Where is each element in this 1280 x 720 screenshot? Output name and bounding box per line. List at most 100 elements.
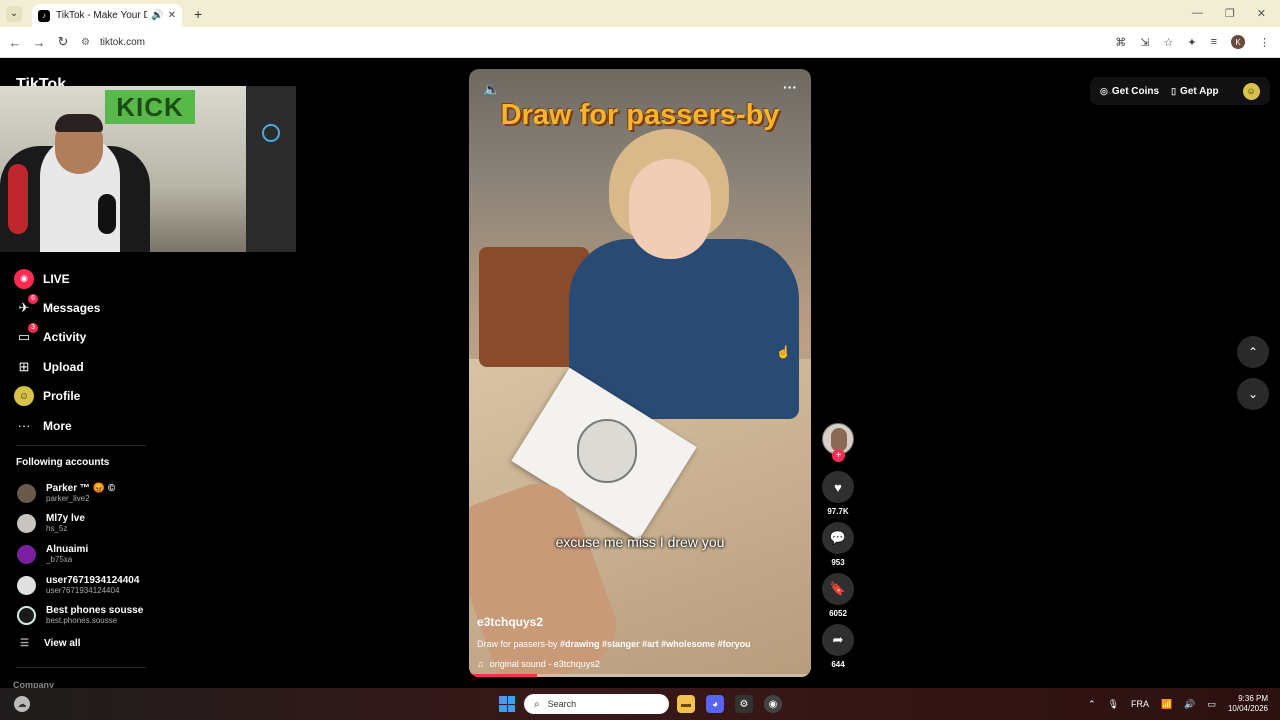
top-right-actions: ◎ Get Coins ▯ Get App ☺ [1090, 77, 1270, 105]
file-explorer-icon[interactable]: ▬ [677, 695, 695, 713]
tab-search-icon[interactable]: ⌄ [6, 5, 22, 22]
microphone-icon[interactable]: 🎙 [1108, 699, 1119, 710]
volume-tray-icon[interactable]: 🔊 [1184, 699, 1195, 710]
account-handle: _b75xa [46, 554, 73, 564]
webcam-overlay: KICK [0, 86, 296, 252]
wifi-icon[interactable]: 📶 [1161, 699, 1172, 710]
chevron-up-icon: ⌃ [1247, 345, 1259, 359]
window-close-icon[interactable]: ✕ [1257, 7, 1266, 20]
site-info-icon[interactable]: ⚙ [81, 37, 90, 48]
translate-icon[interactable]: ⌘ [1115, 36, 1126, 49]
browser-menu-icon[interactable]: ⋮ [1259, 36, 1270, 49]
account-handle: parker_live2 [46, 493, 90, 503]
user-avatar[interactable]: ☺ [1242, 82, 1260, 100]
previous-video-button[interactable]: ⌃ [1237, 336, 1269, 368]
taskbar-search-placeholder: Search [547, 699, 577, 709]
sidebar-item-live[interactable]: ◉ LIVE [14, 264, 100, 293]
comment-icon[interactable]: 💬 [822, 522, 854, 554]
maximize-icon[interactable]: ❐ [1225, 7, 1235, 20]
like-action[interactable]: ♥ 97.7K [822, 471, 854, 516]
sidebar-item-label: LIVE [43, 271, 70, 286]
volume-icon[interactable]: 🔈 [483, 81, 500, 98]
comment-action[interactable]: 💬 953 [822, 522, 854, 567]
get-app-button[interactable]: ▯ Get App [1171, 86, 1218, 97]
tab-audio-icon[interactable]: 🔊 [151, 10, 163, 21]
install-icon[interactable]: ⇲ [1140, 36, 1149, 49]
more-icon: ··· [17, 418, 31, 434]
sidebar-item-activity[interactable]: ▭ 3 Activity [14, 323, 100, 352]
share-action[interactable]: ➦ 644 [822, 624, 854, 669]
next-video-button[interactable]: ⌄ [1237, 378, 1269, 410]
sidebar-item-label: Upload [43, 359, 84, 374]
clock-date: 10/04/2026 [1227, 704, 1268, 713]
video-description-text: Draw for passers-by [477, 639, 558, 649]
chrome-icon[interactable]: ◉ [764, 695, 782, 713]
comment-count: 953 [831, 558, 845, 567]
account-name: Parker ™ 😡 © [46, 482, 116, 494]
coin-icon: ◎ [1100, 85, 1108, 96]
microphone [98, 194, 116, 234]
sidebar-nav: ◉ LIVE ✈ 6 Messages ▭ 3 Activity ⊞ Upload … [14, 264, 100, 440]
avatar [17, 606, 36, 626]
list-item[interactable]: Ml7y lve hs_5z [17, 509, 143, 540]
share-icon[interactable]: ➦ [822, 624, 854, 656]
heart-icon[interactable]: ♥ [822, 471, 854, 503]
sidebar-item-profile[interactable]: ☺ Profile [14, 382, 100, 411]
save-count: 6052 [829, 609, 847, 618]
save-action[interactable]: 🔖 6052 [822, 573, 854, 618]
avatar [17, 544, 36, 564]
video-player[interactable]: 🔈 ··· Draw for passers-by excuse me miss… [469, 69, 811, 677]
avatar [17, 575, 36, 595]
url-field[interactable]: ⚙ tiktok.com [81, 37, 145, 48]
video-info: e3tchquys2 Draw for passers-by #drawing … [477, 615, 797, 669]
tray-chevron-up-icon[interactable]: ⌃ [1088, 699, 1096, 710]
account-handle: best.phones.sousse [46, 616, 118, 626]
reload-icon[interactable]: ↻ [51, 34, 75, 50]
follow-plus-icon[interactable]: + [832, 449, 845, 462]
get-coins-label: Get Coins [1111, 85, 1160, 97]
discord-icon[interactable]: ◕ [706, 695, 724, 713]
taskbar-search[interactable]: ⌕ Search [524, 694, 669, 714]
new-tab-icon[interactable]: + [194, 6, 202, 22]
back-icon[interactable]: ← [3, 35, 27, 50]
battery-icon[interactable]: ▭ [1207, 699, 1216, 710]
sidebar-item-upload[interactable]: ⊞ Upload [14, 352, 100, 381]
video-author[interactable]: e3tchquys2 [477, 615, 797, 629]
view-all-link[interactable]: ☰ View all [20, 638, 80, 649]
account-name: Best phones sousse [46, 605, 144, 617]
list-item[interactable]: Alnuaimi _b75xa [17, 539, 143, 570]
language-indicator[interactable]: FRA [1131, 699, 1149, 709]
video-hashtags[interactable]: #drawing #stanger #art #wholesome #foryo… [560, 639, 751, 649]
messages-icon: ✈ 6 [14, 294, 38, 318]
weather-icon[interactable]: ☁ [14, 696, 30, 712]
system-tray: ⌃ 🎙 FRA 📶 🔊 ▭ 9:36 PM 10/04/2026 [1088, 688, 1268, 720]
clock[interactable]: 9:36 PM 10/04/2026 [1228, 694, 1268, 714]
clock-time: 9:36 PM [1238, 694, 1268, 703]
music-note-icon: ♫ [477, 659, 484, 669]
app-icon[interactable]: ⚙ [735, 695, 753, 713]
sidebar-item-more[interactable]: ··· More [14, 411, 100, 440]
list-item[interactable]: user7671934124404 user7671934124404 [17, 570, 143, 601]
reading-list-icon[interactable]: ≡ [1211, 36, 1217, 48]
profile-avatar-icon[interactable]: K [1231, 35, 1245, 49]
bookmark-star-icon[interactable]: ☆ [1163, 36, 1173, 49]
browser-tab[interactable]: ♪ TikTok - Make Your Day 🔊 ✕ [32, 4, 182, 27]
live-icon: ◉ [14, 268, 34, 289]
minimize-icon[interactable]: — [1192, 7, 1203, 20]
video-progress-bar[interactable] [469, 674, 811, 677]
start-button[interactable] [499, 696, 515, 712]
list-item[interactable]: Parker ™ 😡 © parker_live2 [17, 478, 143, 509]
search-icon: ⌕ [534, 698, 540, 710]
get-coins-button[interactable]: ◎ Get Coins [1100, 86, 1159, 97]
video-sound[interactable]: ♫ original sound - e3tchquys2 [477, 659, 797, 669]
account-handle: user7671934124404 [46, 585, 120, 595]
bookmark-icon[interactable]: 🔖 [822, 573, 854, 605]
forward-icon[interactable]: → [27, 35, 51, 50]
video-more-icon[interactable]: ··· [783, 79, 797, 95]
extensions-icon[interactable]: ✦ [1187, 36, 1196, 49]
sidebar-item-messages[interactable]: ✈ 6 Messages [14, 293, 100, 322]
browser-tab-bar: ⌄ ♪ TikTok - Make Your Day 🔊 ✕ + — ❐ ✕ [0, 0, 1280, 27]
list-item[interactable]: Best phones sousse best.phones.sousse [17, 600, 143, 631]
following-accounts-list: Parker ™ 😡 © parker_live2 Ml7y lve hs_5z… [17, 478, 143, 631]
tab-close-icon[interactable]: ✕ [168, 10, 176, 21]
